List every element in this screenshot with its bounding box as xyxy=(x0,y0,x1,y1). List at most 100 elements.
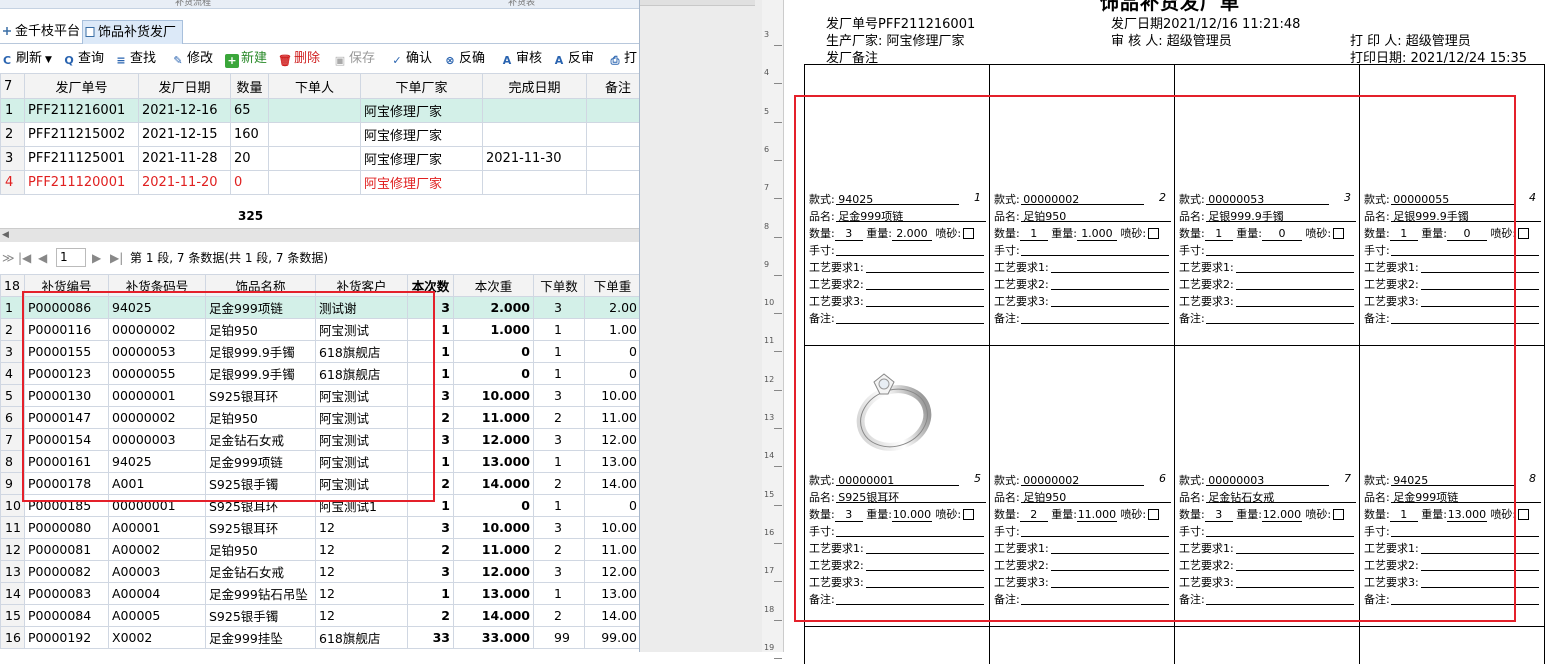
qty-cell[interactable]: 65 xyxy=(230,98,269,123)
find-button[interactable]: ≡ 查找 xyxy=(114,50,156,68)
date-cell[interactable]: 2021-11-20 xyxy=(138,170,231,195)
item-name-cell[interactable]: 足金钻石女戒 xyxy=(205,560,316,583)
row-number[interactable]: 4 xyxy=(0,170,25,195)
this-count-cell[interactable]: 2 xyxy=(407,604,454,627)
col-this-weight[interactable]: 本次重 xyxy=(453,274,534,297)
order-weight-cell[interactable]: 10.00 xyxy=(584,516,639,539)
order-weight-cell[interactable]: 11.00 xyxy=(584,406,639,429)
this-count-cell[interactable]: 33 xyxy=(407,626,454,649)
replenish-id-cell[interactable]: P0000084 xyxy=(24,604,109,627)
refresh-button[interactable]: C 刷新 ▼ xyxy=(0,50,52,68)
order-no-cell[interactable]: PFF211120001 xyxy=(24,170,139,195)
order-count-cell[interactable]: 1 xyxy=(533,362,585,385)
factory-cell[interactable]: 阿宝修理厂家 xyxy=(360,122,483,147)
unconfirm-button[interactable]: ⊗ 反确 xyxy=(443,50,485,68)
this-weight-cell[interactable]: 1.000 xyxy=(453,318,534,341)
barcode-cell[interactable]: X0002 xyxy=(108,626,206,649)
factory-cell[interactable]: 阿宝修理厂家 xyxy=(360,170,483,195)
replenish-id-cell[interactable]: P0000081 xyxy=(24,538,109,561)
this-count-cell[interactable]: 3 xyxy=(407,560,454,583)
tab-platform[interactable]: 金千枝平台 xyxy=(0,20,86,44)
row-number[interactable]: 11 xyxy=(0,516,25,539)
date-cell[interactable]: 2021-12-15 xyxy=(138,122,231,147)
qty-cell[interactable]: 160 xyxy=(230,122,269,147)
prev-page-icon[interactable]: ◀ xyxy=(38,246,47,270)
remark-cell[interactable] xyxy=(586,146,639,171)
detail-row[interactable]: 11 P0000080 A00001 S925银耳环 12 3 10.000 3 10.00 xyxy=(0,516,639,539)
next-page-icon[interactable]: ▶ xyxy=(92,246,101,270)
order-count-cell[interactable]: 3 xyxy=(533,428,585,451)
this-weight-cell[interactable]: 10.000 xyxy=(453,516,534,539)
spray-checkbox[interactable] xyxy=(1518,509,1530,520)
this-weight-cell[interactable]: 12.000 xyxy=(453,428,534,451)
barcode-cell[interactable]: A00002 xyxy=(108,538,206,561)
replenish-id-cell[interactable]: P0000192 xyxy=(24,626,109,649)
order-count-cell[interactable]: 2 xyxy=(533,472,585,495)
order-count-cell[interactable]: 1 xyxy=(533,582,585,605)
print-button[interactable]: ⎙ 打 xyxy=(608,50,637,68)
this-count-cell[interactable]: 2 xyxy=(407,538,454,561)
row-number[interactable]: 16 xyxy=(0,626,25,649)
row-number[interactable]: 12 xyxy=(0,538,25,561)
row-number[interactable]: 5 xyxy=(0,384,25,407)
replenish-id-cell[interactable]: P0000080 xyxy=(24,516,109,539)
row-number[interactable]: 9 xyxy=(0,472,25,495)
order-weight-cell[interactable]: 12.00 xyxy=(584,428,639,451)
detail-row[interactable]: 13 P0000082 A00003 足金钻石女戒 12 3 12.000 3 12.00 xyxy=(0,560,639,583)
this-weight-cell[interactable]: 13.000 xyxy=(453,582,534,605)
last-page-icon[interactable]: ▶| xyxy=(110,246,123,270)
save-button[interactable]: ▣ 保存 xyxy=(333,50,375,68)
order-weight-cell[interactable]: 14.00 xyxy=(584,472,639,495)
date-cell[interactable]: 2021-11-28 xyxy=(138,146,231,171)
unaudit-button[interactable]: A 反审 xyxy=(552,50,594,68)
detail-row[interactable]: 14 P0000083 A00004 足金999钻石吊坠 12 1 13.000 1 13.00 xyxy=(0,582,639,605)
customer-cell[interactable]: 12 xyxy=(315,560,408,583)
order-count-cell[interactable]: 3 xyxy=(533,560,585,583)
this-weight-cell[interactable]: 33.000 xyxy=(453,626,534,649)
edit-button[interactable]: ✎ 修改 xyxy=(171,50,213,68)
tab-replenish[interactable]: 饰品补货发厂 xyxy=(82,20,184,44)
this-weight-cell[interactable]: 11.000 xyxy=(453,406,534,429)
row-number[interactable]: 2 xyxy=(0,122,25,147)
row-number[interactable]: 13 xyxy=(0,560,25,583)
order-count-cell[interactable]: 3 xyxy=(533,384,585,407)
item-name-cell[interactable]: S925银手镯 xyxy=(205,604,316,627)
this-weight-cell[interactable]: 0 xyxy=(453,362,534,385)
person-cell[interactable] xyxy=(268,98,361,123)
order-weight-cell[interactable]: 2.00 xyxy=(584,296,639,319)
qty-cell[interactable]: 20 xyxy=(230,146,269,171)
row-number[interactable]: 15 xyxy=(0,604,25,627)
this-count-cell[interactable]: 1 xyxy=(407,582,454,605)
customer-cell[interactable]: 618旗舰店 xyxy=(315,626,408,649)
item-name-cell[interactable]: 足金999钻石吊坠 xyxy=(205,582,316,605)
audit-button[interactable]: A 审核 xyxy=(500,50,542,68)
col-order-weight[interactable]: 下单重 xyxy=(584,274,639,297)
order-weight-cell[interactable]: 99.00 xyxy=(584,626,639,649)
this-weight-cell[interactable]: 13.000 xyxy=(453,450,534,473)
scroll-left-icon[interactable]: ◀ xyxy=(2,230,9,240)
remark-cell[interactable] xyxy=(586,170,639,195)
col-person[interactable]: 下单人 xyxy=(268,73,361,99)
row-number[interactable]: 1 xyxy=(0,98,25,123)
order-no-cell[interactable]: PFF211215002 xyxy=(24,122,139,147)
done-date-cell[interactable]: 2021-11-30 xyxy=(482,146,587,171)
order-row[interactable]: 3 PFF211125001 2021-11-28 20 阿宝修理厂家 2021-11-3… xyxy=(0,146,639,171)
page-input[interactable]: 1 xyxy=(56,248,86,267)
remark-cell[interactable] xyxy=(586,98,639,123)
confirm-button[interactable]: ✓ 确认 xyxy=(390,50,432,68)
col-done-date[interactable]: 完成日期 xyxy=(482,73,587,99)
barcode-cell[interactable]: A00005 xyxy=(108,604,206,627)
detail-row[interactable]: 15 P0000084 A00005 S925银手镯 12 2 14.000 2 14.00 xyxy=(0,604,639,627)
first-page-icon[interactable]: |◀ xyxy=(18,246,31,270)
this-weight-cell[interactable]: 10.000 xyxy=(453,384,534,407)
order-count-cell[interactable]: 1 xyxy=(533,318,585,341)
row-number[interactable]: 3 xyxy=(0,340,25,363)
col-factory[interactable]: 下单厂家 xyxy=(360,73,483,99)
order-weight-cell[interactable]: 0 xyxy=(584,362,639,385)
expand-icon[interactable]: ≫ xyxy=(2,246,15,270)
delete-button[interactable]: 🗑 删除 xyxy=(278,50,320,68)
this-count-cell[interactable]: 3 xyxy=(407,516,454,539)
customer-cell[interactable]: 12 xyxy=(315,582,408,605)
order-weight-cell[interactable]: 0 xyxy=(584,340,639,363)
order-count-cell[interactable]: 1 xyxy=(533,450,585,473)
